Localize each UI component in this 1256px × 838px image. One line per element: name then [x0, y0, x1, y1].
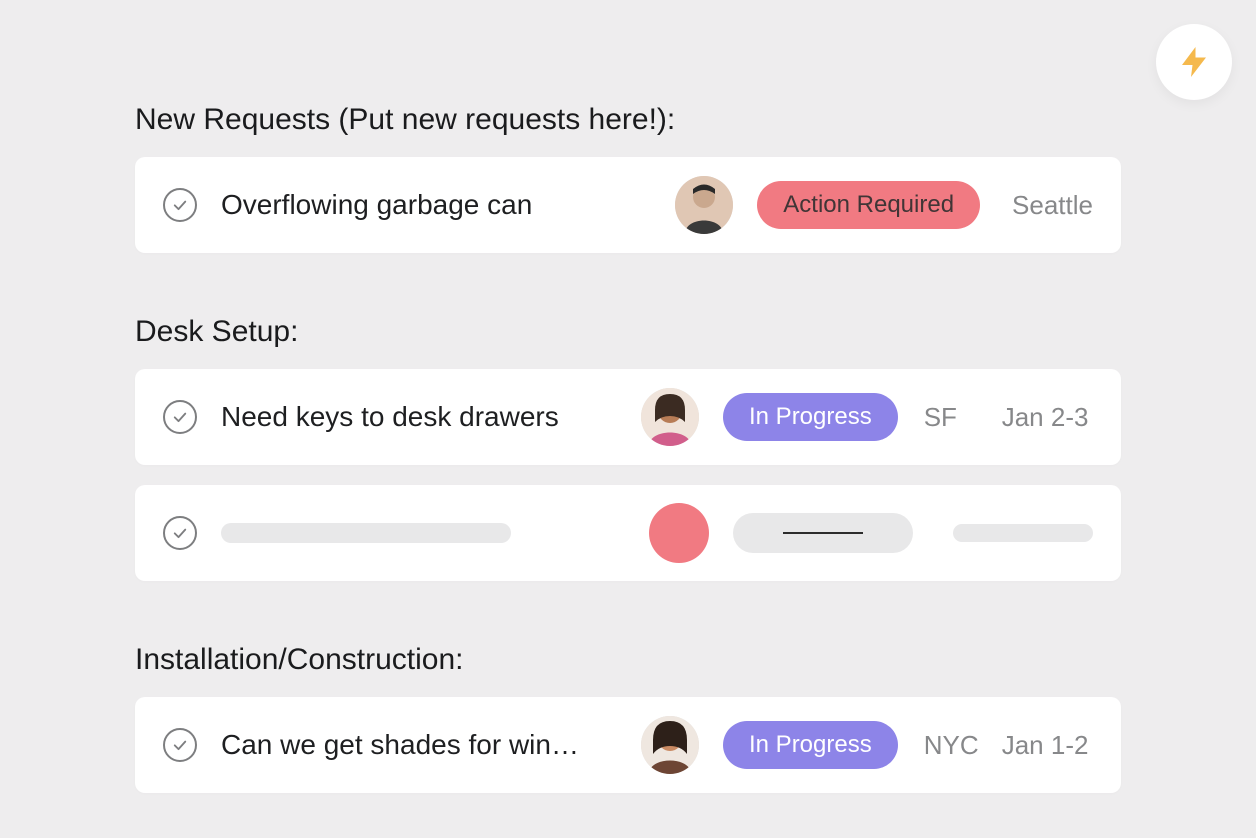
placeholder-avatar	[649, 503, 709, 563]
section-title[interactable]: Installation/Construction:	[135, 643, 1121, 677]
placeholder-status	[733, 513, 913, 553]
lightning-icon	[1176, 44, 1212, 80]
assignee-avatar[interactable]	[641, 716, 699, 774]
assignee-avatar[interactable]	[675, 176, 733, 234]
check-icon	[171, 408, 189, 426]
task-title[interactable]: Overflowing garbage can	[221, 189, 641, 221]
complete-checkbox[interactable]	[163, 728, 197, 762]
task-location[interactable]: Seattle	[1012, 190, 1093, 221]
status-badge[interactable]: In Progress	[723, 721, 898, 769]
task-location[interactable]: NYC	[924, 730, 1002, 761]
check-icon	[171, 736, 189, 754]
complete-checkbox[interactable]	[163, 400, 197, 434]
assignee-avatar[interactable]	[641, 388, 699, 446]
task-row[interactable]: Overflowing garbage can Action Required …	[135, 157, 1121, 253]
task-date-range[interactable]: Jan 1-2	[1002, 730, 1089, 761]
section-title[interactable]: Desk Setup:	[135, 315, 1121, 349]
status-badge[interactable]: Action Required	[757, 181, 980, 229]
task-title[interactable]: Can we get shades for win…	[221, 729, 641, 761]
status-badge[interactable]: In Progress	[723, 393, 898, 441]
section-installation: Installation/Construction: Can we get sh…	[135, 643, 1121, 793]
section-desk-setup: Desk Setup: Need keys to desk drawers In…	[135, 315, 1121, 581]
task-date-range[interactable]: Jan 2-3	[1002, 402, 1089, 433]
placeholder-meta	[953, 524, 1093, 542]
task-location[interactable]: SF	[924, 402, 1002, 433]
section-new-requests: New Requests (Put new requests here!): O…	[135, 103, 1121, 253]
placeholder-title	[221, 523, 511, 543]
task-row[interactable]: Can we get shades for win… In Progress N…	[135, 697, 1121, 793]
section-title[interactable]: New Requests (Put new requests here!):	[135, 103, 1121, 137]
check-icon	[171, 196, 189, 214]
task-row[interactable]: Need keys to desk drawers In Progress SF…	[135, 369, 1121, 465]
task-title[interactable]: Need keys to desk drawers	[221, 401, 641, 433]
task-row-placeholder[interactable]	[135, 485, 1121, 581]
task-board: New Requests (Put new requests here!): O…	[135, 103, 1121, 793]
automation-button[interactable]	[1156, 24, 1232, 100]
check-icon	[171, 524, 189, 542]
complete-checkbox[interactable]	[163, 188, 197, 222]
complete-checkbox[interactable]	[163, 516, 197, 550]
